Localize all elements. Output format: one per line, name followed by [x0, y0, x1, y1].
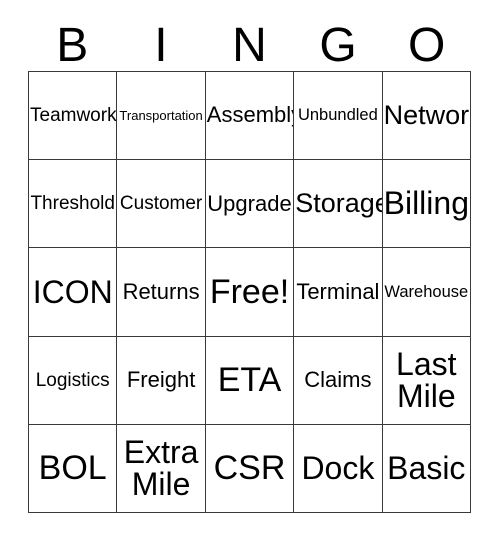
bingo-cell-o4[interactable]: Last Mile — [382, 336, 471, 425]
bingo-cell-o3[interactable]: Warehouse — [382, 248, 471, 337]
bingo-cell-label: Transportation — [119, 107, 203, 123]
bingo-header-letter-n: N — [232, 19, 267, 72]
bingo-cell-b3[interactable]: ICON — [29, 248, 118, 337]
bingo-cell-n1[interactable]: Assembly — [205, 72, 295, 161]
bingo-cell-b4[interactable]: Logistics — [29, 336, 118, 425]
bingo-cell-b2[interactable]: Threshold — [29, 160, 118, 249]
bingo-cell-o5[interactable]: Basic — [382, 424, 471, 513]
bingo-cell-b5[interactable]: BOL — [29, 424, 118, 513]
bingo-cell-n4[interactable]: ETA — [205, 336, 295, 425]
bingo-cell-i1[interactable]: Transportation — [117, 72, 206, 161]
bingo-cell-g2[interactable]: Storage — [294, 160, 383, 249]
bingo-free-space-label: Free! — [209, 272, 290, 311]
bingo-cell-label: Returns — [122, 278, 200, 304]
bingo-cell-label: BOL — [38, 449, 107, 488]
bingo-cell-label: CSR — [213, 449, 286, 488]
bingo-header-letter-g: G — [319, 19, 357, 72]
bingo-cell-label: Logistics — [35, 369, 110, 391]
bingo-cell-o1[interactable]: Network — [382, 72, 471, 161]
bingo-cell-g5[interactable]: Dock — [294, 424, 383, 513]
bingo-cell-label: Dock — [301, 450, 375, 487]
bingo-cell-g1[interactable]: Unbundled — [294, 72, 383, 161]
bingo-cell-label: Freight — [126, 366, 196, 392]
bingo-cell-n5[interactable]: CSR — [205, 424, 295, 513]
bingo-grid: Teamwork Transportation Assembly Unbundl… — [28, 71, 471, 513]
bingo-cell-i4[interactable]: Freight — [117, 336, 206, 425]
bingo-cell-label: Terminal — [296, 278, 380, 304]
bingo-cell-g3[interactable]: Terminal — [294, 248, 383, 337]
bingo-header-letter-i: I — [154, 19, 168, 72]
bingo-cell-label: Billing — [383, 185, 469, 222]
bingo-header-row: B I N G O — [28, 18, 471, 70]
bingo-cell-n2[interactable]: Upgrade — [205, 160, 295, 249]
bingo-cell-label: Threshold — [30, 193, 115, 215]
bingo-card: B I N G O Teamwork Transportation Assemb… — [0, 0, 500, 544]
bingo-cell-i5[interactable]: Extra Mile — [117, 424, 206, 513]
bingo-cell-label: Basic — [387, 450, 466, 487]
bingo-cell-label: Warehouse — [384, 282, 469, 301]
bingo-cell-i2[interactable]: Customer — [117, 160, 206, 249]
bingo-cell-label: Customer — [119, 193, 203, 215]
bingo-cell-label: Teamwork — [30, 104, 117, 126]
bingo-cell-label: Extra Mile — [123, 433, 199, 503]
bingo-cell-label: Assembly — [206, 102, 295, 128]
bingo-cell-b1[interactable]: Teamwork — [29, 72, 118, 161]
bingo-cell-g4[interactable]: Claims — [294, 336, 383, 425]
bingo-cell-label: Last Mile — [396, 345, 457, 415]
bingo-header-letter-o: O — [408, 19, 446, 72]
bingo-cell-o2[interactable]: Billing — [382, 160, 471, 249]
bingo-cell-i3[interactable]: Returns — [117, 248, 206, 337]
bingo-cell-label: Storage — [295, 188, 383, 219]
bingo-cell-label: Unbundled — [297, 106, 378, 125]
bingo-cell-label: Upgrade — [207, 190, 292, 216]
bingo-cell-label: Claims — [304, 366, 372, 392]
bingo-cell-label: ICON — [32, 273, 113, 310]
bingo-cell-label: Network — [383, 99, 470, 130]
bingo-cell-label: ETA — [217, 360, 282, 399]
bingo-header-letter-b: B — [56, 19, 89, 72]
bingo-cell-free-space[interactable]: Free! — [205, 248, 295, 337]
